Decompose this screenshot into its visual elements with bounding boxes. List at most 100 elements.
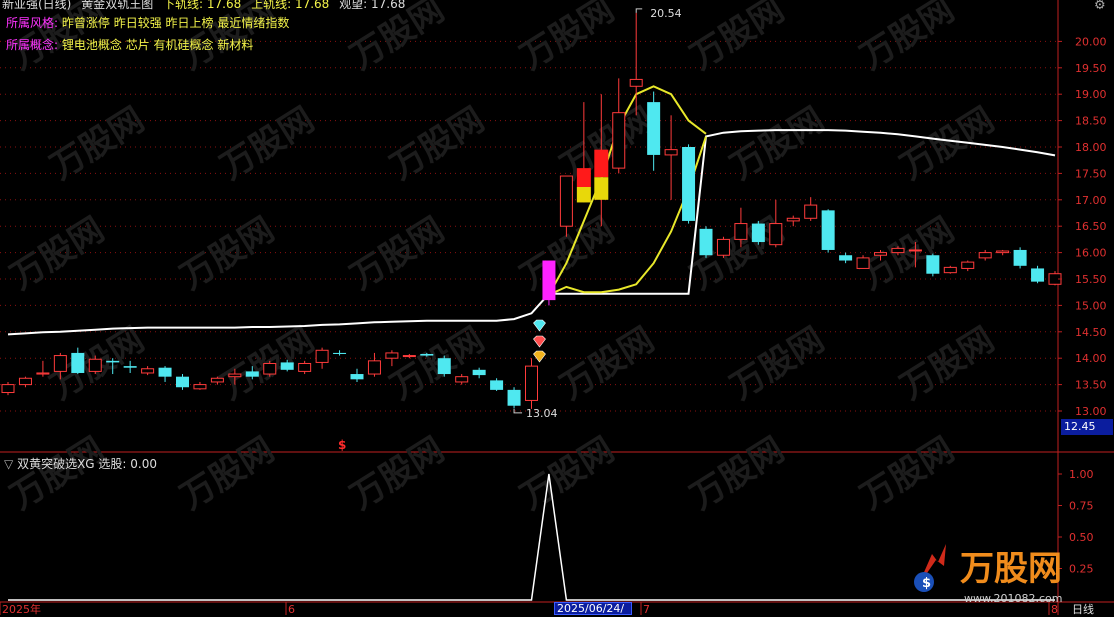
watermark-text: 万股网 xyxy=(854,210,962,298)
candle-body xyxy=(576,168,591,187)
candle[interactable] xyxy=(612,78,626,174)
watermark-text: 万股网 xyxy=(724,100,832,188)
candle-body xyxy=(978,252,992,259)
price-tick-label: 16.00 xyxy=(1075,247,1107,260)
indicator-name[interactable]: 黄金双轨王图 xyxy=(81,0,153,11)
stock-title[interactable]: 新亚强(日线) xyxy=(2,0,71,11)
price-gridlines xyxy=(0,40,1058,412)
settings-gear-icon[interactable]: ⚙ xyxy=(1094,0,1108,13)
candle-body xyxy=(891,247,905,254)
price-tick-label: 20.00 xyxy=(1075,35,1107,48)
candle-body xyxy=(367,360,381,375)
candle[interactable] xyxy=(455,374,469,385)
candle[interactable] xyxy=(926,253,940,277)
candle[interactable] xyxy=(682,144,696,224)
candle-body xyxy=(18,377,32,386)
candle-body xyxy=(908,249,922,252)
price-tick-label: 13.00 xyxy=(1075,405,1107,418)
candle[interactable] xyxy=(542,260,556,306)
candle[interactable] xyxy=(158,366,172,382)
low-price-label: 13.04 xyxy=(526,407,558,420)
candle[interactable] xyxy=(961,260,975,272)
watermark-text: 万股网 xyxy=(344,430,452,518)
candle[interactable] xyxy=(804,197,818,221)
candle-body xyxy=(716,238,730,256)
time-tick-label: 2025年 xyxy=(2,602,41,615)
candle[interactable] xyxy=(193,381,207,390)
candle[interactable] xyxy=(839,252,853,264)
candle[interactable] xyxy=(18,376,32,388)
price-tick-label: 15.50 xyxy=(1075,273,1107,286)
candle-body xyxy=(490,380,504,390)
candle[interactable] xyxy=(36,360,50,377)
candle-body xyxy=(1031,268,1045,282)
candle-body xyxy=(751,223,765,243)
candle[interactable] xyxy=(978,249,992,261)
selected-date-badge: 2025/06/24/二 xyxy=(554,602,632,615)
candle[interactable] xyxy=(821,209,835,253)
candle-body xyxy=(176,376,189,388)
price-tick-label: 15.00 xyxy=(1075,299,1107,312)
candle-body xyxy=(420,353,434,356)
candle-body xyxy=(874,252,887,256)
diamond-icon xyxy=(533,350,546,363)
candle-body xyxy=(228,373,242,378)
candle[interactable] xyxy=(1,381,15,396)
indicator-header: ▽ 双黄突破选XG 选股: 0.00 xyxy=(4,455,157,472)
candle-body xyxy=(576,186,591,203)
candle[interactable] xyxy=(647,91,661,171)
candle[interactable] xyxy=(716,236,730,258)
candle[interactable] xyxy=(699,226,713,258)
current-price-badge: 12.45 xyxy=(1061,419,1113,435)
candle[interactable] xyxy=(176,374,189,390)
concept-label: 所属概念: xyxy=(6,38,59,52)
candle[interactable] xyxy=(769,199,783,248)
time-tick-label: 6 xyxy=(288,603,295,615)
candle-body xyxy=(996,250,1010,254)
candle-body xyxy=(350,374,364,380)
price-tick-label: 17.50 xyxy=(1075,167,1107,180)
brand-text: 万股网 xyxy=(960,549,1062,589)
time-tick-label: 7 xyxy=(643,603,650,615)
indicator-title[interactable]: 双黄突破选XG xyxy=(17,457,95,471)
watermark-text: 万股网 xyxy=(4,430,112,518)
candle[interactable] xyxy=(263,360,277,377)
candle[interactable] xyxy=(385,350,399,367)
candle[interactable] xyxy=(1013,247,1027,269)
watch-value: 观望: 17.68 xyxy=(339,0,406,11)
price-tick-label: 14.50 xyxy=(1075,326,1107,339)
candle[interactable] xyxy=(525,358,538,409)
watermark-text: 万股网 xyxy=(724,320,832,408)
price-tick-label: 16.50 xyxy=(1075,220,1107,233)
candle[interactable] xyxy=(490,378,504,391)
candle[interactable] xyxy=(996,249,1010,256)
candle[interactable] xyxy=(664,115,678,200)
candle[interactable] xyxy=(315,347,329,369)
candle-body xyxy=(1,384,15,394)
watermark-text: 万股网 xyxy=(684,430,792,518)
candle[interactable] xyxy=(141,366,155,376)
candle[interactable] xyxy=(751,220,765,245)
candle[interactable] xyxy=(333,350,347,356)
svg-text:$: $ xyxy=(922,576,931,591)
candle[interactable] xyxy=(507,387,521,409)
candle-body xyxy=(141,368,155,374)
candle[interactable] xyxy=(594,94,609,227)
candle-body xyxy=(926,255,940,274)
candle[interactable] xyxy=(1031,265,1045,284)
concept-tags: 所属概念: 锂电池概念 芯片 有机硅概念 新材料 xyxy=(6,36,253,53)
price-tick-label: 17.00 xyxy=(1075,194,1107,207)
watermark-text: 万股网 xyxy=(854,0,962,78)
buy-signal-marker: $ xyxy=(338,438,346,452)
chart-canvas[interactable]: 万股网 万股网 万股网 万股网 万股网 万股网万股网 万股网 万股网 万股网 万股网 万股网万股网万… xyxy=(0,0,1114,615)
candle[interactable] xyxy=(350,368,364,382)
candle[interactable] xyxy=(786,215,800,227)
candle[interactable] xyxy=(367,352,381,377)
indicator-collapse-icon[interactable]: ▽ xyxy=(4,457,13,471)
style-tags: 所属风格: 昨曾涨停 昨日较强 昨日上榜 最近情绪指数 xyxy=(6,14,289,31)
price-tick-label: 18.00 xyxy=(1075,141,1107,154)
candle[interactable] xyxy=(472,367,486,379)
candle[interactable] xyxy=(943,265,957,274)
candle[interactable] xyxy=(437,355,451,377)
candle[interactable] xyxy=(1048,271,1062,286)
